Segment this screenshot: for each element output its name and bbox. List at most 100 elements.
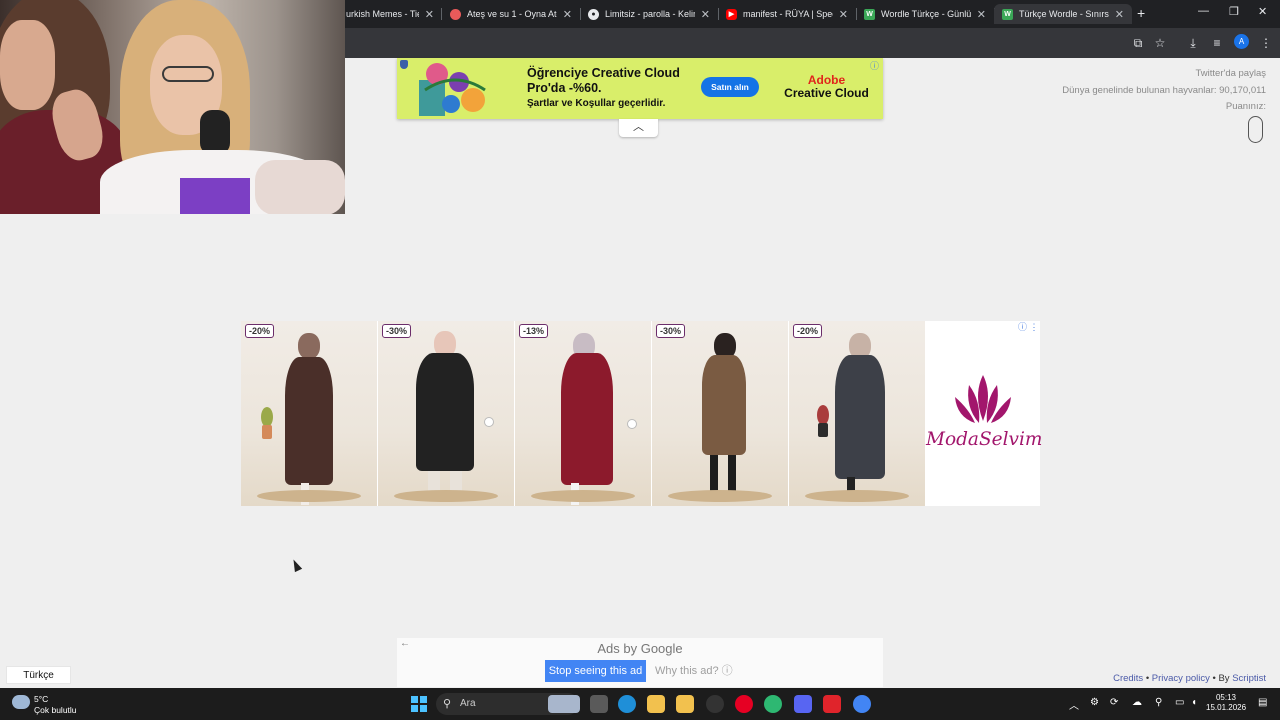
search-highlight-icon[interactable] bbox=[548, 695, 580, 713]
close-icon[interactable]: ✕ bbox=[1115, 8, 1124, 21]
adobe-logo: Adobe Creative Cloud bbox=[779, 74, 874, 100]
language-button[interactable]: Türkçe bbox=[6, 666, 71, 684]
weather-condition: Çok bulutlu bbox=[34, 705, 77, 715]
settings-icon[interactable] bbox=[706, 695, 724, 713]
wordle-w-icon: W bbox=[1002, 8, 1013, 20]
chrome-icon[interactable] bbox=[853, 695, 871, 713]
ad-choices-icon[interactable]: ⓘ ⋮ bbox=[1018, 320, 1039, 333]
globe-icon[interactable] bbox=[764, 695, 782, 713]
restore-icon[interactable]: ❐ bbox=[1229, 5, 1239, 18]
show-hidden-icons-chevron-up-icon[interactable]: ︿ bbox=[1069, 697, 1079, 712]
new-tab-plus-icon[interactable]: + bbox=[1137, 5, 1145, 21]
lotus-icon bbox=[955, 375, 1011, 423]
coat-image bbox=[702, 355, 746, 455]
modaselvim-product-ad[interactable]: -20% -30% -13% -30% -20% ModaSelvim bbox=[241, 321, 1043, 506]
wordle-w-icon: W bbox=[864, 8, 875, 20]
cloud-icon bbox=[12, 695, 30, 709]
collapse-ad-chevron-up-icon[interactable]: ︿ bbox=[619, 119, 658, 137]
search-placeholder: Ara bbox=[460, 698, 476, 709]
coat-image bbox=[561, 353, 613, 485]
install-app-icon[interactable]: ⧉ bbox=[1130, 35, 1146, 51]
by-label: • By bbox=[1212, 673, 1230, 684]
ad-subtext: Şartlar ve Koşullar geçerlidir. bbox=[527, 98, 666, 109]
close-icon[interactable]: ✕ bbox=[701, 8, 710, 21]
brand-line2: Creative Cloud bbox=[784, 86, 869, 100]
microphone-icon[interactable]: ⚲ bbox=[1155, 697, 1162, 708]
product-card[interactable]: -30% bbox=[652, 321, 788, 506]
tray-app-icon[interactable]: ⚙ bbox=[1090, 697, 1099, 708]
animals-count: Dünya genelinde bulunan hayvanlar: 90,17… bbox=[1062, 84, 1266, 96]
windows-start-icon[interactable] bbox=[411, 696, 427, 712]
product-card[interactable]: -13% bbox=[515, 321, 651, 506]
task-view-icon[interactable] bbox=[590, 695, 608, 713]
reading-list-icon[interactable]: ≡ bbox=[1209, 35, 1225, 51]
onedrive-icon[interactable]: ☁ bbox=[1132, 697, 1142, 708]
media-app-icon[interactable] bbox=[823, 695, 841, 713]
store-icon[interactable] bbox=[676, 695, 694, 713]
product-card[interactable]: -20% bbox=[241, 321, 377, 506]
ad-headline: Öğrenciye Creative Cloud Pro'da -%60. bbox=[527, 66, 680, 95]
tab-youtube-manifest[interactable]: ▶ manifest - RÜYA | Special ✕ bbox=[718, 4, 856, 24]
menu-dots-icon[interactable]: ⋮ bbox=[1258, 35, 1274, 51]
modaselvim-logo[interactable]: ModaSelvim bbox=[926, 321, 1043, 506]
adobe-banner-ad[interactable]: Öğrenciye Creative Cloud Pro'da -%60. Şa… bbox=[397, 58, 883, 119]
tab-title: manifest - RÜYA | Special bbox=[743, 9, 833, 19]
tab-title: Wordle Türkçe - Günlük K bbox=[881, 9, 971, 19]
bookmark-star-icon[interactable]: ☆ bbox=[1152, 35, 1168, 51]
pinterest-icon[interactable] bbox=[735, 695, 753, 713]
notification-icon[interactable]: ▤ bbox=[1258, 697, 1267, 708]
youtube-icon: ▶ bbox=[726, 8, 737, 20]
temperature: 5°C bbox=[34, 694, 49, 704]
sync-icon[interactable]: ⟳ bbox=[1110, 697, 1118, 708]
profile-avatar[interactable]: A bbox=[1234, 34, 1249, 49]
footer-links: Credits • Privacy policy • By Scriptist bbox=[1113, 673, 1266, 684]
download-icon[interactable]: ⤓ bbox=[1185, 35, 1201, 51]
discord-icon[interactable] bbox=[794, 695, 812, 713]
flower-art-image bbox=[419, 63, 486, 116]
close-icon[interactable]: ✕ bbox=[977, 8, 986, 21]
coat-image bbox=[416, 353, 474, 471]
network-icon[interactable]: ▭ bbox=[1175, 697, 1184, 708]
stop-seeing-ad-button[interactable]: Stop seeing this ad bbox=[545, 660, 646, 682]
coat-image bbox=[835, 355, 885, 479]
windows-taskbar: 5°C Çok bulutlu bbox=[0, 688, 1280, 720]
buy-button[interactable]: Satın alın bbox=[701, 77, 759, 97]
headset-icon bbox=[200, 110, 230, 155]
edge-icon[interactable] bbox=[618, 695, 636, 713]
credits-link[interactable]: Credits bbox=[1113, 673, 1143, 684]
close-icon[interactable]: ✕ bbox=[839, 8, 848, 21]
volume-icon[interactable]: ◖ bbox=[1191, 697, 1197, 708]
time: 05:13 bbox=[1215, 693, 1237, 702]
product-card[interactable]: -20% bbox=[789, 321, 925, 506]
search-icon: ⚲ bbox=[443, 698, 452, 710]
tab-limitsiz-parolla[interactable]: ● Limitsiz - parolla - Kelime ✕ bbox=[580, 4, 718, 24]
ad-shield-icon bbox=[400, 60, 408, 69]
clock[interactable]: 05:13 15.01.2026 bbox=[1206, 693, 1246, 713]
privacy-policy-link[interactable]: Privacy policy bbox=[1152, 673, 1210, 684]
separator: • bbox=[1145, 673, 1150, 684]
ad-info-icon[interactable]: ⓘ bbox=[870, 59, 879, 72]
file-explorer-icon[interactable] bbox=[647, 695, 665, 713]
discount-badge: -13% bbox=[519, 324, 549, 338]
twitter-share-link[interactable]: Twitter'da paylaş bbox=[1062, 66, 1266, 83]
tab-wordle-turkce[interactable]: W Wordle Türkçe - Günlük K ✕ bbox=[856, 4, 994, 24]
discount-badge: -20% bbox=[793, 324, 823, 338]
tab-title: Limitsiz - parolla - Kelime bbox=[605, 9, 695, 19]
product-card[interactable]: -30% bbox=[378, 321, 514, 506]
window-close-icon[interactable]: ✕ bbox=[1258, 5, 1267, 18]
discount-badge: -20% bbox=[245, 324, 275, 338]
coat-image bbox=[285, 357, 333, 485]
game-info-panel: Twitter'da paylaş Dünya genelinde buluna… bbox=[1062, 66, 1266, 116]
tab-turkish-memes[interactable]: urkish Memes - Tier ✕ bbox=[338, 4, 442, 24]
brand-name: ModaSelvim bbox=[926, 429, 1043, 450]
close-icon[interactable]: ✕ bbox=[425, 8, 434, 21]
close-icon[interactable]: ✕ bbox=[563, 8, 572, 21]
date: 15.01.2026 bbox=[1206, 703, 1247, 712]
tab-title: Türkçe Wordle - Sınırsız O bbox=[1019, 9, 1109, 19]
tab-turkce-wordle-sinirsiz[interactable]: W Türkçe Wordle - Sınırsız O ✕ bbox=[994, 4, 1132, 24]
minimize-icon[interactable]: — bbox=[1198, 5, 1209, 17]
why-this-ad-button[interactable]: Why this ad? ⓘ bbox=[650, 660, 740, 682]
tab-ates-ve-su[interactable]: Ateş ve su 1 - Oyna Ateş ✕ bbox=[442, 4, 580, 24]
author-link[interactable]: Scriptist bbox=[1232, 673, 1266, 684]
score-label: Puanınız: bbox=[1225, 101, 1266, 112]
